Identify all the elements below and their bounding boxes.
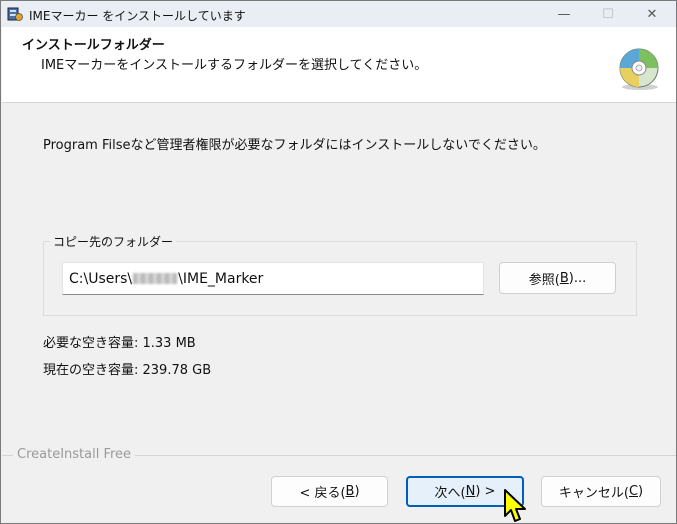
required-space: 必要な空き容量: 1.33 MB xyxy=(43,336,196,351)
minimize-button[interactable]: — xyxy=(542,1,586,27)
minimize-icon: — xyxy=(557,6,571,22)
page-title: インストールフォルダー xyxy=(22,38,165,53)
cancel-label: キャンセル( xyxy=(558,486,629,501)
back-label: < 戻る( xyxy=(299,486,346,501)
next-accesskey: N xyxy=(465,484,476,499)
close-button[interactable]: ✕ xyxy=(630,1,674,27)
back-button[interactable]: < 戻る(B) xyxy=(271,476,388,507)
back-tail: ) xyxy=(354,484,360,499)
footer-brand: CreateInstall Free xyxy=(13,447,136,462)
maximize-button[interactable]: ☐ xyxy=(586,1,630,27)
title-bar[interactable]: IMEマーカー をインストールしています — ☐ ✕ xyxy=(1,1,676,27)
installer-window: IMEマーカー をインストールしています — ☐ ✕ インストールフォルダー I… xyxy=(0,0,677,524)
mouse-pointer-icon xyxy=(504,489,526,522)
path-prefix: C:\Users\ xyxy=(69,270,133,287)
page-subtitle: IMEマーカーをインストールするフォルダーを選択してください。 xyxy=(41,58,428,73)
cancel-tail: ) xyxy=(638,484,644,499)
admin-folder-notice: Program Filseなど管理者権限が必要なフォルダにはインストールしないで… xyxy=(43,138,546,153)
wizard-header: インストールフォルダー IMEマーカーをインストールするフォルダーを選択してくだ… xyxy=(2,27,676,103)
browse-tail: )... xyxy=(568,270,587,286)
close-icon: ✕ xyxy=(646,6,658,22)
cd-disc-icon xyxy=(619,48,659,90)
destination-folder-group: コピー先のフォルダー C:\Users\ \IME_Marker 参照(B)..… xyxy=(43,233,637,316)
next-label: 次へ( xyxy=(434,486,466,501)
redacted-username xyxy=(133,273,178,284)
cancel-accesskey: C xyxy=(628,484,639,499)
install-path-input[interactable]: C:\Users\ \IME_Marker xyxy=(62,262,484,295)
path-suffix: \IME_Marker xyxy=(178,270,264,287)
available-space: 現在の空き容量: 239.78 GB xyxy=(43,363,212,378)
browse-label: 参照( xyxy=(528,272,560,288)
browse-button[interactable]: 参照(B)... xyxy=(499,262,616,294)
back-accesskey: B xyxy=(345,484,355,499)
maximize-icon: ☐ xyxy=(602,6,614,22)
next-tail: ) > xyxy=(475,484,496,499)
window-title: IMEマーカー をインストールしています xyxy=(29,9,246,23)
group-legend: コピー先のフォルダー xyxy=(50,233,177,250)
installer-app-icon xyxy=(7,7,23,21)
browse-accesskey: B xyxy=(559,270,569,286)
cancel-button[interactable]: キャンセル(C) xyxy=(541,476,661,507)
